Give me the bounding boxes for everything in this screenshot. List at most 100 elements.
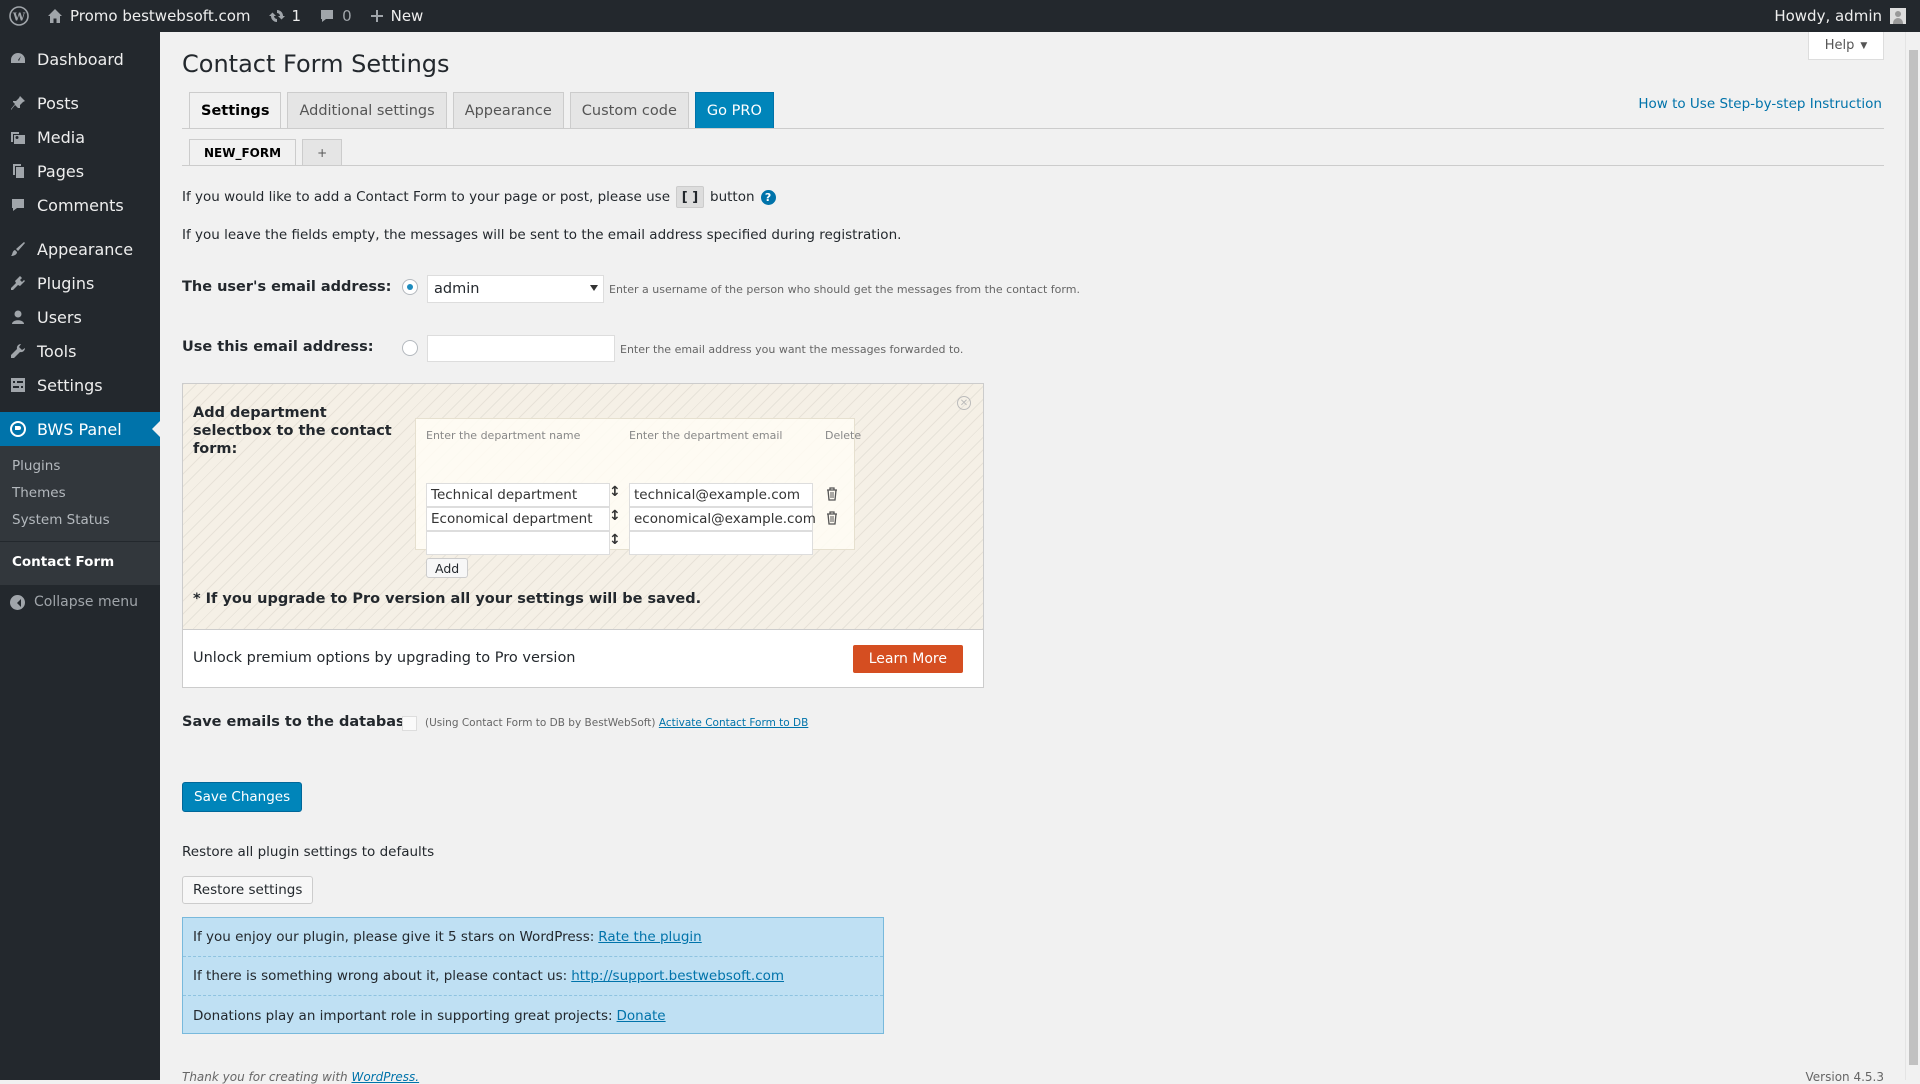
sidebar-item-pages[interactable]: Pages <box>0 154 160 188</box>
submenu-item-contact-form[interactable]: Contact Form <box>0 541 160 577</box>
comments-link[interactable]: 0 <box>310 0 361 32</box>
trash-icon[interactable] <box>826 487 838 501</box>
department-name-field[interactable] <box>426 531 610 555</box>
submenu-item-plugins[interactable]: Plugins <box>0 452 160 479</box>
tab-settings[interactable]: Settings <box>189 92 282 129</box>
triangle-down-icon: ▼ <box>1860 40 1868 51</box>
sidebar-item-label: Plugins <box>37 273 95 293</box>
form-tabs-divider <box>182 165 1884 166</box>
tab-additional-settings[interactable]: Additional settings <box>287 92 447 128</box>
comment-icon <box>10 197 26 213</box>
department-email-field[interactable]: economical@example.com <box>629 507 816 531</box>
sidebar-item-appearance[interactable]: Appearance <box>0 232 160 266</box>
page-title: Contact Form Settings <box>182 50 450 78</box>
admin-sidebar: Dashboard Posts Media Pages Comments App… <box>0 32 160 1080</box>
footer-thanks: Thank you for creating with WordPress. <box>182 1070 419 1084</box>
user-email-select[interactable]: admin <box>427 275 604 303</box>
save-db-label: Save emails to the database <box>182 714 415 730</box>
tab-custom-code[interactable]: Custom code <box>569 92 689 128</box>
help-question-icon[interactable]: ? <box>760 189 776 205</box>
updates-count: 1 <box>291 7 302 25</box>
submenu-item-themes[interactable]: Themes <box>0 479 160 506</box>
activate-db-link[interactable]: Activate Contact Form to DB <box>659 717 809 729</box>
help-tab-button[interactable]: Help ▼ <box>1808 32 1884 60</box>
dropdown-arrow-icon <box>590 285 598 295</box>
howto-link[interactable]: How to Use Step-by-step Instruction <box>1638 96 1882 112</box>
department-email-field[interactable] <box>629 531 813 555</box>
wordpress-logo-icon[interactable]: W <box>0 0 38 32</box>
sidebar-item-users[interactable]: Users <box>0 300 160 334</box>
department-title: Add department selectbox to the contact … <box>193 405 392 457</box>
sidebar-item-label: Tools <box>37 341 77 361</box>
sidebar-item-plugins[interactable]: Plugins <box>0 266 160 300</box>
donate-text: Donations play an important role in supp… <box>193 1007 613 1024</box>
trash-icon[interactable] <box>826 511 838 525</box>
save-db-checkbox[interactable] <box>402 716 417 731</box>
unlock-premium-bar: Unlock premium options by upgrading to P… <box>183 629 983 687</box>
site-name-link[interactable]: Promo bestwebsoft.com <box>38 0 260 32</box>
sidebar-item-dashboard[interactable]: Dashboard <box>0 42 160 76</box>
sidebar-item-label: Dashboard <box>37 49 124 69</box>
bws-logo-icon <box>10 421 26 437</box>
learn-more-button[interactable]: Learn More <box>852 645 963 673</box>
add-department-button[interactable]: Add <box>426 558 469 578</box>
drag-handle-icon[interactable]: ↕ <box>609 484 621 500</box>
user-email-label: The user's email address: <box>182 279 392 295</box>
sidebar-item-posts[interactable]: Posts <box>0 86 160 120</box>
use-email-radio[interactable] <box>402 340 418 356</box>
new-label: New <box>390 7 424 25</box>
contact-text: If there is something wrong about it, pl… <box>193 968 568 984</box>
form-tabs: NEW_FORM + <box>189 139 343 166</box>
page-scrollbar[interactable] <box>1905 32 1920 1080</box>
sidebar-item-label: Settings <box>37 375 103 395</box>
user-icon <box>10 309 26 325</box>
department-name-field[interactable]: Economical department <box>426 507 610 531</box>
bws-submenu: Plugins Themes System Status Contact For… <box>0 446 160 585</box>
tab-go-pro[interactable]: Go PRO <box>694 92 774 128</box>
sidebar-item-label: Media <box>37 127 86 147</box>
new-content-link[interactable]: New <box>361 0 433 32</box>
support-link[interactable]: http://support.bestwebsoft.com <box>571 968 784 984</box>
use-email-field[interactable] <box>427 335 615 362</box>
rate-row: If you enjoy our plugin, please give it … <box>183 918 883 957</box>
drag-handle-icon[interactable]: ↕ <box>609 532 621 548</box>
rate-plugin-link[interactable]: Rate the plugin <box>598 929 701 945</box>
add-form-tab-button[interactable]: + <box>302 139 343 165</box>
form-tab-new-form[interactable]: NEW_FORM <box>189 139 297 166</box>
tab-appearance[interactable]: Appearance <box>452 92 564 128</box>
collapse-icon <box>10 594 25 610</box>
wordpress-link[interactable]: WordPress. <box>351 1070 419 1084</box>
submenu-item-system-status[interactable]: System Status <box>0 506 160 533</box>
user-email-hint: Enter a username of the person who shoul… <box>609 283 1080 296</box>
sidebar-item-media[interactable]: Media <box>0 120 160 154</box>
contact-row: If there is something wrong about it, pl… <box>183 957 883 996</box>
settings-icon <box>10 377 26 393</box>
shortcode-intro: If you would like to add a Contact Form … <box>182 186 776 208</box>
drag-handle-icon[interactable]: ↕ <box>609 508 621 524</box>
department-email-field[interactable]: technical@example.com <box>629 483 813 507</box>
updates-link[interactable]: 1 <box>260 0 311 32</box>
sidebar-item-label: Appearance <box>37 239 134 259</box>
department-name-field[interactable]: Technical department <box>426 483 610 507</box>
donate-link[interactable]: Donate <box>617 1008 666 1024</box>
sidebar-item-comments[interactable]: Comments <box>0 188 160 222</box>
scrollbar-thumb[interactable] <box>1909 50 1918 1065</box>
save-changes-button[interactable]: Save Changes <box>182 782 303 812</box>
my-account-link[interactable]: Howdy, admin <box>1765 0 1920 32</box>
close-icon[interactable]: ✕ <box>957 396 971 410</box>
save-db-note-text: (Using Contact Form to DB by BestWebSoft… <box>425 717 656 729</box>
sidebar-item-settings[interactable]: Settings <box>0 368 160 402</box>
collapse-menu-button[interactable]: Collapse menu <box>0 585 160 619</box>
upgrade-note: * If you upgrade to Pro version all your… <box>193 591 702 607</box>
user-email-selected: admin <box>434 281 480 297</box>
user-email-radio[interactable] <box>402 279 418 295</box>
department-delete-header: Delete <box>825 429 862 442</box>
sidebar-item-tools[interactable]: Tools <box>0 334 160 368</box>
rate-text: If you enjoy our plugin, please give it … <box>193 929 595 945</box>
restore-settings-button[interactable]: Restore settings <box>182 876 314 904</box>
plugin-icon <box>10 275 26 291</box>
sidebar-item-bws-panel[interactable]: BWS Panel <box>0 412 160 446</box>
department-email-header: Enter the department email <box>629 429 783 442</box>
home-icon <box>47 8 63 24</box>
svg-text:W: W <box>12 11 26 24</box>
